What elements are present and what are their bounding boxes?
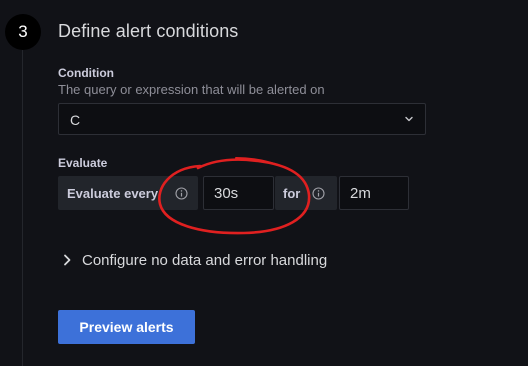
evaluate-label: Evaluate [58, 156, 108, 170]
for-label: for [283, 186, 301, 201]
evaluate-every-input[interactable]: 30s [203, 176, 274, 210]
no-data-error-handling-toggle[interactable]: Configure no data and error handling [60, 250, 327, 270]
chevron-right-icon [64, 254, 71, 266]
condition-select[interactable]: C [58, 103, 426, 135]
for-duration-value: 2m [350, 185, 371, 202]
evaluate-every-label: Evaluate every [67, 186, 159, 201]
no-data-error-handling-label: Configure no data and error handling [82, 251, 328, 269]
evaluate-every-addon: Evaluate every [58, 176, 198, 210]
info-circle-icon[interactable] [312, 187, 325, 200]
condition-selected-value: C [70, 112, 81, 128]
info-circle-icon[interactable] [175, 187, 188, 200]
for-duration-input[interactable]: 2m [339, 176, 409, 210]
evaluate-every-value: 30s [214, 185, 239, 202]
section-title: Define alert conditions [58, 21, 239, 41]
condition-description: The query or expression that will be ale… [58, 82, 325, 97]
condition-label: Condition [58, 66, 114, 80]
for-addon: for [275, 176, 337, 210]
step-rail [22, 50, 23, 366]
preview-alerts-button[interactable]: Preview alerts [58, 310, 195, 344]
chevron-down-icon [405, 116, 413, 122]
alert-rule-editor: 3 Define alert conditions Condition The … [0, 0, 528, 366]
step-number-badge: 3 [5, 14, 41, 50]
